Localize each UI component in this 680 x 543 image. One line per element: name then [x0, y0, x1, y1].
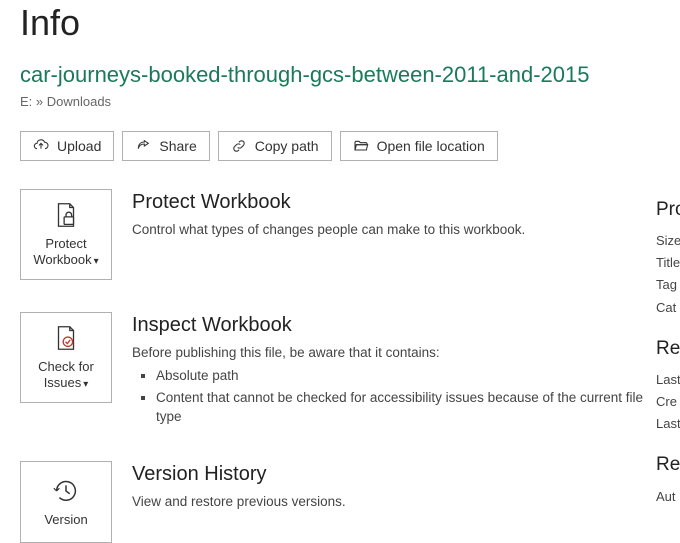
share-label: Share	[159, 138, 196, 154]
open-file-location-label: Open file location	[377, 138, 485, 154]
prop-last-modified-label: Last	[656, 369, 680, 391]
action-bar: Upload Share Copy path Open file locatio…	[20, 131, 660, 161]
protect-description: Control what types of changes people can…	[132, 220, 660, 240]
upload-label: Upload	[57, 138, 101, 154]
inspect-heading: Inspect Workbook	[132, 314, 660, 337]
cloud-upload-icon	[33, 138, 49, 154]
prop-author-label: Aut	[656, 486, 680, 508]
check-document-icon	[51, 323, 81, 353]
copy-path-label: Copy path	[255, 138, 319, 154]
breadcrumb: E: » Downloads	[20, 94, 660, 109]
properties-heading: Pro	[656, 194, 680, 226]
folder-open-icon	[353, 138, 369, 154]
upload-button[interactable]: Upload	[20, 131, 114, 161]
inspect-item: Content that cannot be checked for acces…	[156, 388, 660, 427]
version-history-button-label: Version	[44, 512, 87, 528]
prop-title-label: Title	[656, 252, 680, 274]
version-section: Version Version History View and restore…	[20, 461, 660, 543]
check-for-issues-button[interactable]: Check for Issues▾	[20, 312, 112, 403]
properties-panel: Pro Size Title Tag Cat Rel Last Cre Last…	[656, 194, 680, 508]
version-heading: Version History	[132, 463, 660, 486]
prop-last-printed-label: Last	[656, 413, 680, 435]
protect-workbook-button-label: Protect Workbook▾	[25, 236, 107, 269]
share-button[interactable]: Share	[122, 131, 209, 161]
file-name: car-journeys-booked-through-gcs-between-…	[20, 62, 660, 88]
protect-heading: Protect Workbook	[132, 191, 660, 214]
link-icon	[231, 138, 247, 154]
version-description: View and restore previous versions.	[132, 492, 660, 512]
page-title: Info	[20, 2, 660, 44]
inspect-description: Before publishing this file, be aware th…	[132, 343, 660, 427]
inspect-item: Absolute path	[156, 366, 660, 386]
check-for-issues-button-label: Check for Issues▾	[25, 359, 107, 392]
protect-workbook-button[interactable]: Protect Workbook▾	[20, 189, 112, 280]
version-history-button[interactable]: Version	[20, 461, 112, 543]
lock-document-icon	[51, 200, 81, 230]
inspect-section: Check for Issues▾ Inspect Workbook Befor…	[20, 312, 660, 429]
related-people-heading: Rel	[656, 449, 680, 481]
open-file-location-button[interactable]: Open file location	[340, 131, 498, 161]
copy-path-button[interactable]: Copy path	[218, 131, 332, 161]
prop-created-label: Cre	[656, 391, 680, 413]
prop-size-label: Size	[656, 230, 680, 252]
related-dates-heading: Rel	[656, 333, 680, 365]
prop-categories-label: Cat	[656, 297, 680, 319]
history-icon	[51, 476, 81, 506]
prop-tags-label: Tag	[656, 274, 680, 296]
protect-section: Protect Workbook▾ Protect Workbook Contr…	[20, 189, 660, 280]
share-icon	[135, 138, 151, 154]
